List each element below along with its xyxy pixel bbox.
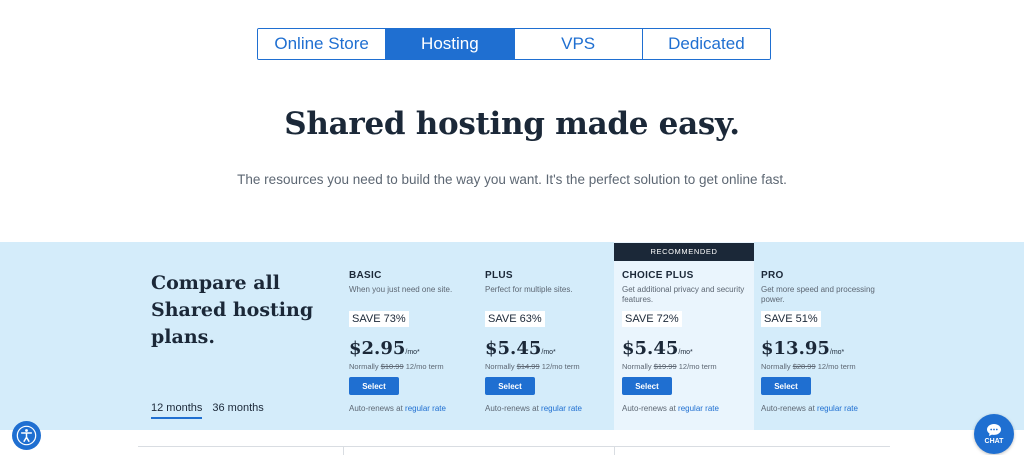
tab-dedicated[interactable]: Dedicated — [642, 29, 770, 59]
plan-price: $2.95/mo* — [349, 338, 420, 359]
plan-name: PLUS — [485, 270, 513, 281]
table-divider — [343, 446, 344, 455]
normal-price: Normally $28.99 12/mo term — [761, 362, 856, 371]
normally-prefix: Normally — [349, 362, 379, 371]
normally-price: $10.99 — [380, 362, 404, 371]
regular-rate-link[interactable]: regular rate — [541, 404, 582, 413]
normally-prefix: Normally — [622, 362, 652, 371]
price-period: /mo* — [541, 349, 556, 356]
save-badge: SAVE 72% — [622, 311, 682, 327]
normal-price: Normally $19.99 12/mo term — [622, 362, 717, 371]
regular-rate-link[interactable]: regular rate — [405, 404, 446, 413]
plan-price: $13.95/mo* — [761, 338, 844, 359]
price-amount: $5.45 — [485, 338, 542, 359]
accessibility-button[interactable] — [12, 421, 41, 450]
plan-description: Perfect for multiple sites. — [485, 285, 573, 294]
plan-description: When you just need one site. — [349, 285, 453, 294]
normally-price: $19.99 — [653, 362, 677, 371]
price-period: /mo* — [405, 349, 420, 356]
select-pro-button[interactable]: Select — [761, 377, 811, 395]
select-basic-button[interactable]: Select — [349, 377, 399, 395]
normally-suffix: 12/mo term — [405, 362, 444, 371]
price-period: /mo* — [678, 349, 693, 356]
normally-price: $28.99 — [792, 362, 816, 371]
chat-bubble-icon — [987, 424, 1001, 436]
normally-price: $14.99 — [516, 362, 540, 371]
normal-price: Normally $14.99 12/mo term — [485, 362, 580, 371]
table-top-border — [138, 446, 890, 447]
save-badge: SAVE 63% — [485, 311, 545, 327]
plan-plus: PLUS Perfect for multiple sites. SAVE 63… — [485, 270, 615, 413]
renewal-note: Auto-renews at regular rate — [349, 404, 446, 413]
plan-description: Get more speed and processing power. — [761, 285, 875, 304]
normally-suffix: 12/mo term — [678, 362, 717, 371]
renews-prefix: Auto-renews at — [622, 404, 676, 413]
chat-label: CHAT — [984, 438, 1004, 445]
page-subline: The resources you need to build the way … — [237, 172, 787, 187]
renewal-note: Auto-renews at regular rate — [485, 404, 582, 413]
recommended-badge: RECOMMENDED — [614, 243, 754, 261]
renews-prefix: Auto-renews at — [761, 404, 815, 413]
select-plus-button[interactable]: Select — [485, 377, 535, 395]
regular-rate-link[interactable]: regular rate — [817, 404, 858, 413]
renews-prefix: Auto-renews at — [485, 404, 539, 413]
renewal-note: Auto-renews at regular rate — [622, 404, 719, 413]
compare-title: Compare all Shared hosting plans. — [151, 272, 314, 348]
table-divider — [614, 446, 615, 455]
accessibility-icon — [16, 425, 37, 446]
plan-name: BASIC — [349, 270, 382, 281]
plan-price: $5.45/mo* — [485, 338, 556, 359]
price-amount: $5.45 — [622, 338, 679, 359]
plan-choice-plus: CHOICE PLUS Get additional privacy and s… — [622, 270, 752, 413]
price-amount: $13.95 — [761, 338, 830, 359]
term-toggle: 12 months 36 months — [151, 402, 264, 419]
tab-vps[interactable]: VPS — [514, 29, 643, 59]
term-12-months[interactable]: 12 months — [151, 402, 203, 419]
page-headline: Shared hosting made easy. — [284, 106, 740, 142]
save-badge: SAVE 73% — [349, 311, 409, 327]
plan-description: Get additional privacy and security feat… — [622, 285, 745, 304]
plan-name: PRO — [761, 270, 784, 281]
renewal-note: Auto-renews at regular rate — [761, 404, 858, 413]
plan-basic: BASIC When you just need one site. SAVE … — [349, 270, 479, 413]
normally-prefix: Normally — [485, 362, 515, 371]
plan-price: $5.45/mo* — [622, 338, 693, 359]
tab-hosting[interactable]: Hosting — [386, 29, 515, 59]
normal-price: Normally $10.99 12/mo term — [349, 362, 444, 371]
normally-prefix: Normally — [761, 362, 791, 371]
save-badge: SAVE 51% — [761, 311, 821, 327]
normally-suffix: 12/mo term — [817, 362, 856, 371]
price-period: /mo* — [829, 349, 845, 356]
tab-online-store[interactable]: Online Store — [258, 29, 387, 59]
plan-name: CHOICE PLUS — [622, 270, 694, 281]
price-amount: $2.95 — [349, 338, 406, 359]
product-tabs: Online Store Hosting VPS Dedicated — [257, 28, 771, 60]
plan-pro: PRO Get more speed and processing power.… — [761, 270, 891, 413]
chat-button[interactable]: CHAT — [974, 414, 1014, 454]
renews-prefix: Auto-renews at — [349, 404, 403, 413]
normally-suffix: 12/mo term — [541, 362, 580, 371]
term-36-months[interactable]: 36 months — [212, 402, 263, 419]
select-choice-plus-button[interactable]: Select — [622, 377, 672, 395]
regular-rate-link[interactable]: regular rate — [678, 404, 719, 413]
